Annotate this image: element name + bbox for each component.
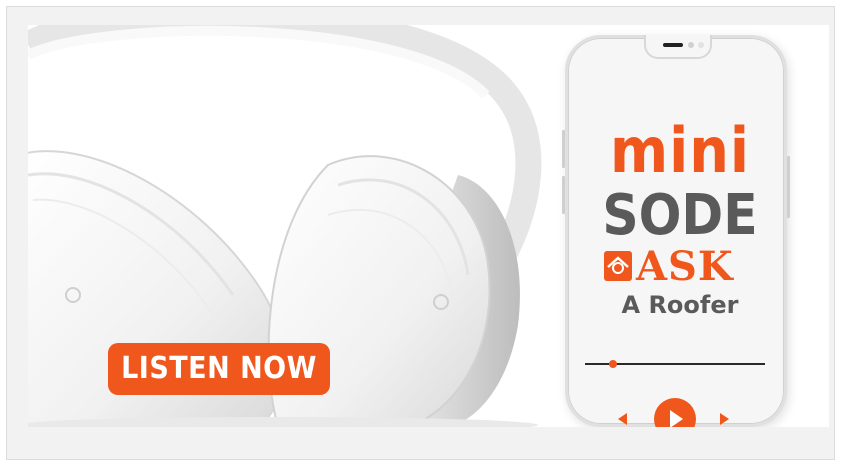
- roof-chat-icon: [604, 251, 632, 281]
- speaker-icon: [663, 43, 683, 47]
- logo-line-roofer: A Roofer: [621, 291, 739, 319]
- progress-handle[interactable]: [609, 360, 617, 368]
- camera-icon: [688, 42, 694, 48]
- previous-icon[interactable]: [618, 413, 627, 425]
- listen-now-button[interactable]: LISTEN NOW: [108, 343, 330, 395]
- audio-progress-bar[interactable]: [585, 360, 765, 368]
- phone-notch: [644, 35, 712, 59]
- volume-up-button: [562, 130, 565, 168]
- logo-line-ask: ASK: [636, 243, 734, 290]
- next-icon[interactable]: [720, 413, 729, 425]
- logo-line-sode: SODE: [602, 183, 758, 248]
- logo-line-mini: mini: [609, 114, 751, 187]
- podcast-banner[interactable]: LISTEN NOW mini SODE ASK A Roofer: [28, 25, 829, 427]
- sensor-icon: [698, 42, 704, 48]
- play-button[interactable]: [654, 398, 696, 427]
- phone-mockup: mini SODE ASK A Roofer: [562, 35, 790, 427]
- play-icon: [670, 410, 683, 427]
- power-button: [787, 156, 790, 218]
- podcast-card: LISTEN NOW mini SODE ASK A Roofer: [6, 6, 835, 460]
- volume-down-button: [562, 176, 565, 214]
